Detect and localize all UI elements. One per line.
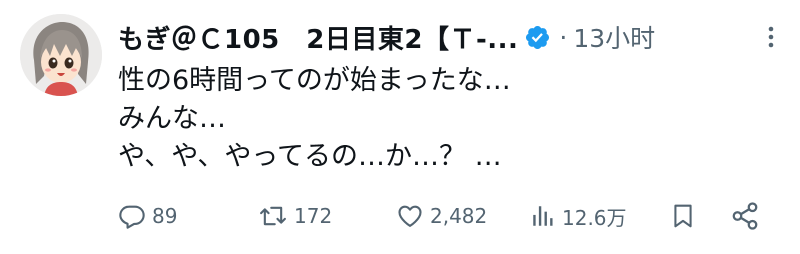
share-icon [732, 202, 758, 230]
timestamp[interactable]: 13小时 [573, 19, 655, 55]
views-icon [533, 206, 553, 226]
like-button[interactable]: 2,482 [396, 196, 487, 236]
view-count: 12.6万 [562, 205, 627, 230]
separator-dot: · [559, 22, 568, 52]
repost-button[interactable]: 172 [258, 196, 332, 236]
heart-icon [398, 205, 422, 227]
like-count: 2,482 [430, 204, 488, 228]
views-button[interactable]: 12.6万 [530, 196, 627, 236]
reply-icon [119, 205, 145, 229]
more-button[interactable] [759, 24, 783, 50]
more-dots-icon [768, 26, 774, 48]
reply-button[interactable]: 89 [118, 196, 177, 236]
bookmark-icon [674, 204, 692, 228]
tweet[interactable]: もぎ＠Ｃ105 2日目東2【Ｔ-... · 13小时 性の6時間ってのが始まった… [0, 0, 800, 254]
tweet-text-line: や、や、やってるの…か…？ … [118, 141, 502, 172]
bookmark-button[interactable] [670, 196, 696, 236]
tweet-header: もぎ＠Ｃ105 2日目東2【Ｔ-... · 13小时 [118, 14, 783, 60]
repost-icon [260, 206, 286, 226]
reply-count: 89 [152, 204, 178, 228]
tweet-text-line: 性の6時間ってのが始まったな… [118, 65, 511, 96]
action-bar: 89 172 2,482 12.6万 [118, 196, 778, 236]
tweet-text: 性の6時間ってのが始まったな… みんな… や、や、やってるの…か…？ … [118, 62, 783, 176]
author-display-name[interactable]: もぎ＠Ｃ105 2日目東2【Ｔ-... [118, 19, 518, 56]
repost-count: 172 [294, 204, 333, 228]
share-button[interactable] [730, 196, 760, 236]
tweet-text-line: みんな… [118, 103, 226, 134]
avatar[interactable] [20, 14, 102, 96]
verified-badge-icon [526, 25, 550, 49]
